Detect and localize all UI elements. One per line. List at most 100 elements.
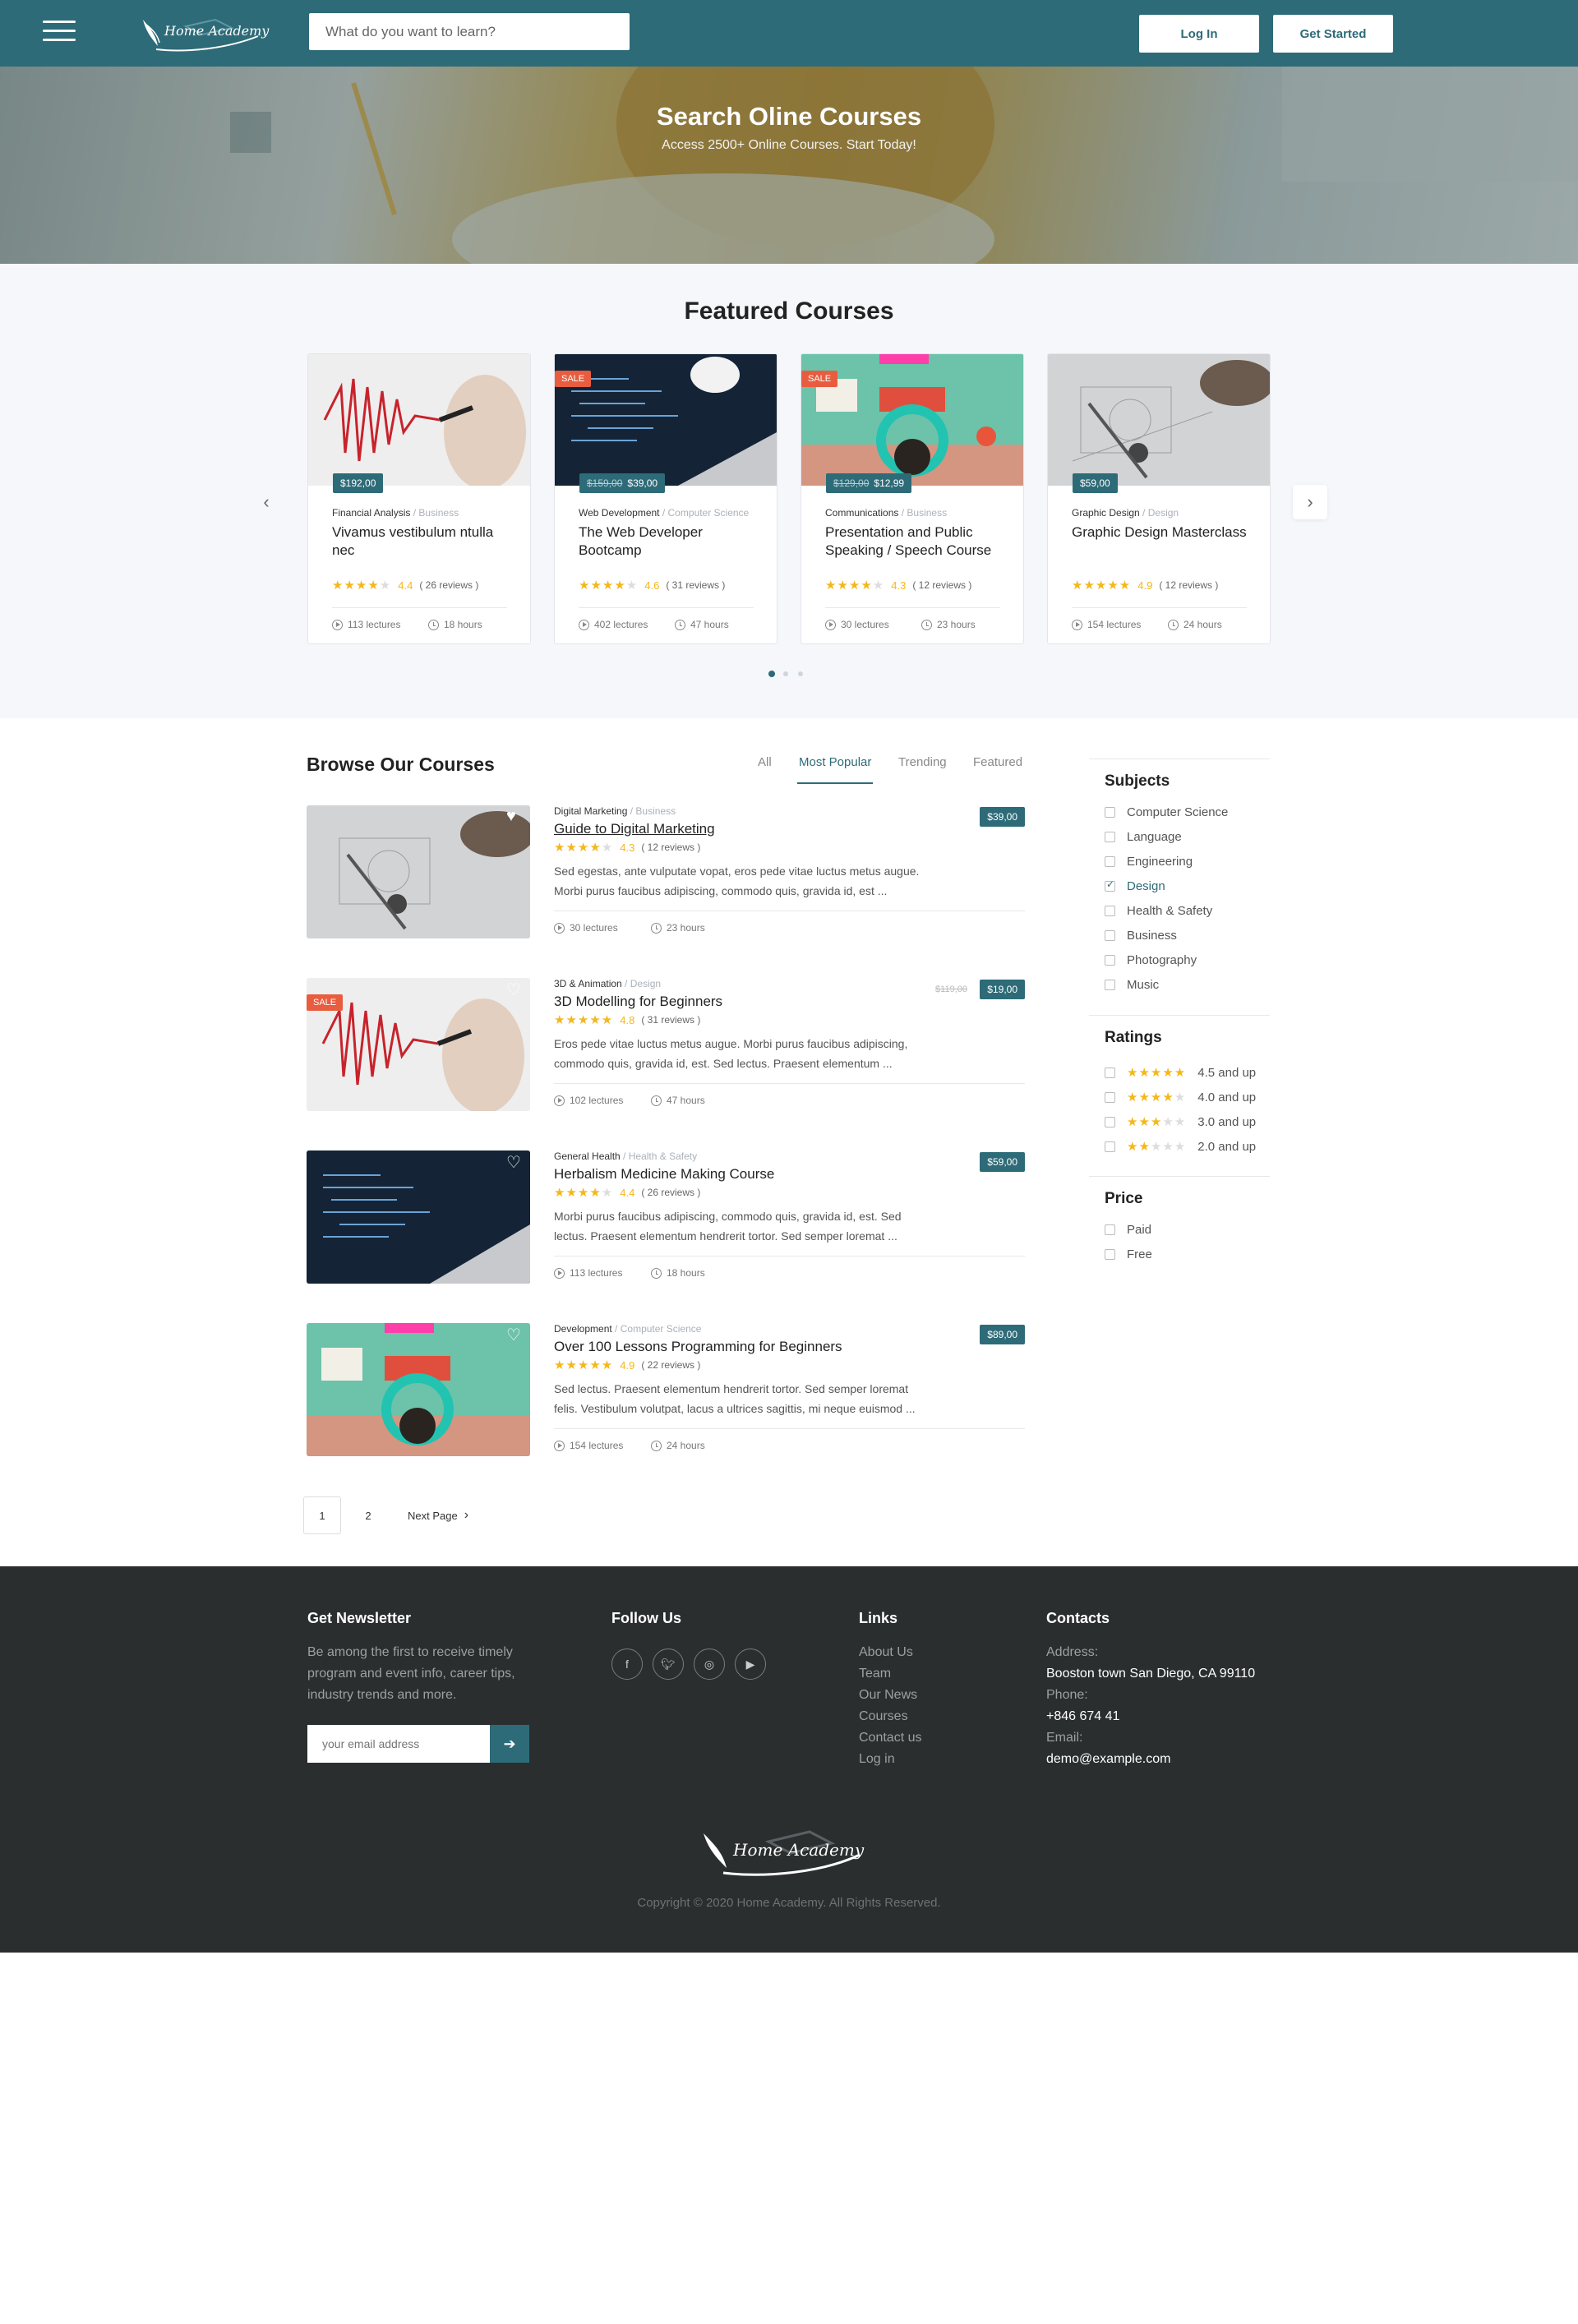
youtube-icon[interactable]: ▶ [735, 1648, 766, 1680]
checkbox[interactable] [1105, 1224, 1115, 1235]
course-title[interactable]: Guide to Digital Marketing [554, 821, 715, 837]
site-logo[interactable]: Home Academy [135, 12, 269, 54]
search-input[interactable] [309, 13, 630, 50]
subject-filter-language[interactable]: Language [1105, 830, 1182, 844]
course-rating: ★★★★★ 4.3( 12 reviews ) [554, 841, 701, 855]
heart-icon[interactable]: ♥ [506, 807, 516, 826]
carousel-next-button[interactable]: › [1293, 485, 1327, 519]
copyright-text: Copyright © 2020 Home Academy. All Right… [637, 1896, 941, 1910]
course-title[interactable]: 3D Modelling for Beginners [554, 994, 722, 1010]
contact-email[interactable]: demo@example.com [1046, 1749, 1255, 1770]
heart-icon[interactable]: ♡ [506, 1152, 521, 1173]
rating-filter-4-5[interactable]: ★★★★★ 4.5 and up [1105, 1065, 1256, 1080]
checkbox[interactable] [1105, 856, 1115, 867]
newsletter-submit-button[interactable]: ➔ [490, 1725, 529, 1763]
rating-filter-4-0[interactable]: ★★★★★ 4.0 and up [1105, 1090, 1256, 1104]
checkbox[interactable] [1105, 1141, 1115, 1152]
featured-course-card[interactable]: SALE $159,00 $39,00 Web Development / Com… [554, 353, 777, 644]
carousel-dot-active[interactable] [768, 671, 775, 677]
tab-all[interactable]: All [758, 755, 772, 769]
footer-link-courses[interactable]: Courses [859, 1706, 921, 1727]
price-title: Price [1105, 1190, 1143, 1207]
featured-course-card[interactable]: SALE $129,00 $12,99 Communications / Busi… [801, 353, 1024, 644]
checkbox-checked[interactable] [1105, 878, 1115, 892]
course-title[interactable]: Graphic Design Masterclass [1072, 523, 1261, 542]
checkbox[interactable] [1105, 1091, 1115, 1103]
footer-logo[interactable]: Home Academy [699, 1822, 879, 1879]
page-2-button[interactable]: 2 [349, 1496, 387, 1534]
course-title[interactable]: Over 100 Lessons Programming for Beginne… [554, 1339, 842, 1355]
hero-banner [0, 67, 1578, 264]
subject-filter-music[interactable]: Music [1105, 978, 1159, 992]
price-filter-free[interactable]: Free [1105, 1247, 1152, 1261]
course-list-item[interactable]: SALE ♡ 3D & Animation / Design 3D Modell… [307, 978, 1025, 1111]
next-page-button[interactable]: Next Page › [408, 1496, 468, 1534]
checkbox[interactable] [1105, 1116, 1115, 1127]
price-badge: $39,00 [980, 807, 1025, 827]
checkbox[interactable] [1105, 955, 1115, 966]
play-icon [825, 619, 836, 630]
course-title[interactable]: Vivamus vestibulum ntulla nec [332, 523, 496, 560]
get-started-button[interactable]: Get Started [1273, 15, 1393, 53]
course-duration: 23 hours [921, 619, 976, 630]
footer-links: About Us Team Our News Courses Contact u… [859, 1642, 921, 1770]
footer-link-login[interactable]: Log in [859, 1749, 921, 1770]
checkbox[interactable] [1105, 930, 1115, 941]
login-button[interactable]: Log In [1139, 15, 1259, 53]
footer-link-contact[interactable]: Contact us [859, 1727, 921, 1749]
divider [554, 1428, 1025, 1429]
checkbox[interactable] [1105, 906, 1115, 916]
course-description: Eros pede vitae luctus metus augue. Morb… [554, 1037, 908, 1070]
price-filter-paid[interactable]: Paid [1105, 1223, 1151, 1237]
subject-filter-photography[interactable]: Photography [1105, 953, 1197, 967]
featured-course-card[interactable]: $192,00 Financial Analysis / Business Vi… [307, 353, 531, 644]
subject-filter-design[interactable]: Design [1105, 878, 1165, 893]
heart-icon[interactable]: ♡ [506, 1325, 521, 1345]
course-rating: ★★★★★ 4.9( 22 reviews ) [554, 1358, 701, 1372]
featured-course-card[interactable]: $59,00 Graphic Design / Design Graphic D… [1047, 353, 1271, 644]
instagram-icon[interactable]: ◎ [694, 1648, 725, 1680]
rating-filter-2-0[interactable]: ★★★★★ 2.0 and up [1105, 1139, 1256, 1154]
course-list-item[interactable]: ♥ Digital Marketing / Business Guide to … [307, 805, 1025, 938]
clock-icon [1168, 619, 1179, 630]
tab-trending[interactable]: Trending [898, 755, 947, 769]
checkbox[interactable] [1105, 980, 1115, 990]
rating-filter-3-0[interactable]: ★★★★★ 3.0 and up [1105, 1114, 1256, 1129]
course-title[interactable]: Presentation and Public Speaking / Speec… [825, 523, 1006, 560]
contact-phone[interactable]: +846 674 41 [1046, 1706, 1255, 1727]
subject-filter-engineering[interactable]: Engineering [1105, 855, 1193, 869]
ratings-title: Ratings [1105, 1029, 1162, 1046]
checkbox[interactable] [1105, 1067, 1115, 1078]
course-title[interactable]: The Web Developer Bootcamp [579, 523, 743, 560]
checkbox[interactable] [1105, 1249, 1115, 1260]
active-tab-indicator [797, 782, 873, 784]
tab-most-popular[interactable]: Most Popular [799, 755, 871, 769]
footer-link-news[interactable]: Our News [859, 1685, 921, 1706]
carousel-prev-button[interactable]: ‹ [249, 485, 284, 519]
course-list-item[interactable]: ♡ General Health / Health & Safety Herba… [307, 1150, 1025, 1284]
menu-icon[interactable] [43, 21, 76, 42]
sidebar-divider [1089, 1176, 1270, 1177]
subject-filter-health-safety[interactable]: Health & Safety [1105, 904, 1212, 918]
course-title[interactable]: Herbalism Medicine Making Course [554, 1166, 774, 1183]
star-rating-icon: ★★★★★ [554, 841, 614, 855]
carousel-dot[interactable] [798, 671, 803, 676]
checkbox[interactable] [1105, 807, 1115, 818]
footer-link-team[interactable]: Team [859, 1663, 921, 1685]
course-duration: 23 hours [651, 922, 705, 934]
newsletter-email-input[interactable] [307, 1725, 490, 1763]
tab-featured[interactable]: Featured [973, 755, 1022, 769]
subject-filter-business[interactable]: Business [1105, 929, 1177, 943]
star-rating-icon: ★★★★★ [1127, 1115, 1187, 1129]
footer-link-about[interactable]: About Us [859, 1642, 921, 1663]
carousel-dot[interactable] [783, 671, 788, 676]
play-icon [554, 1267, 565, 1279]
facebook-icon[interactable]: f [611, 1648, 643, 1680]
checkbox[interactable] [1105, 832, 1115, 842]
course-list-item[interactable]: ♡ Development / Computer Science Over 10… [307, 1323, 1025, 1456]
heart-icon[interactable]: ♡ [506, 980, 521, 1000]
clock-icon [921, 619, 932, 630]
subject-filter-computer-science[interactable]: Computer Science [1105, 805, 1228, 819]
page-1-button[interactable]: 1 [303, 1496, 341, 1534]
twitter-icon[interactable]: 🐦︎ [653, 1648, 684, 1680]
